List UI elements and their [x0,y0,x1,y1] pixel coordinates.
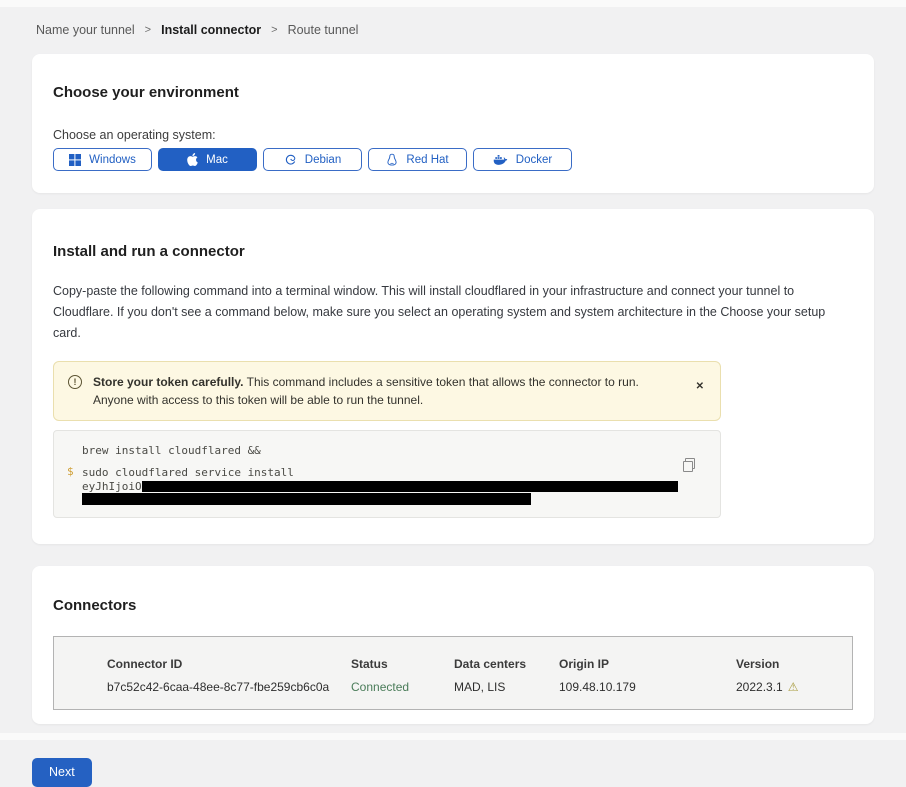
connectors-card: Connectors Connector ID Status Data cent… [32,566,874,724]
column-header-status: Status [351,657,454,671]
connector-origin-ip-value: 109.48.10.179 [559,680,736,694]
apple-icon [187,153,198,166]
column-header-origin-ip: Origin IP [559,657,736,671]
connector-version-cell: 2022.3.1 ⚠ [736,680,832,694]
os-button-label: Windows [89,154,136,166]
environment-card-title: Choose your environment [53,84,853,101]
connector-status-badge: Connected [351,680,454,694]
token-redaction-bar [82,493,531,505]
os-button-group: Windows Mac Debian [53,148,853,171]
alert-close-icon[interactable]: ✕ [692,379,708,394]
column-header-connector-id: Connector ID [107,657,351,671]
breadcrumb-separator: > [271,24,277,36]
top-edge-strip [0,0,906,7]
copy-icon [683,458,695,472]
connector-data-centers-value: MAD, LIS [454,680,559,694]
token-warning-alert: ! Store your token carefully. This comma… [53,361,721,421]
command-line-1: brew install cloudflared && [82,444,680,457]
breadcrumb-step-name-your-tunnel[interactable]: Name your tunnel [36,23,135,37]
os-button-label: Debian [305,154,341,166]
breadcrumb-step-route-tunnel[interactable]: Route tunnel [288,23,359,37]
breadcrumb: Name your tunnel > Install connector > R… [0,7,906,51]
breadcrumb-separator: > [145,24,151,36]
command-line-2: sudo cloudflared service install [82,466,680,479]
os-button-debian[interactable]: Debian [263,148,362,171]
windows-icon [69,154,81,166]
token-line: eyJhIjoiO [82,480,680,492]
install-connector-card: Install and run a connector Copy-paste t… [32,209,874,544]
install-description: Copy-paste the following command into a … [53,281,853,344]
column-header-data-centers: Data centers [454,657,559,671]
connector-id-value: b7c52c42-6caa-48ee-8c77-fbe259cb6c0a [107,680,351,694]
alert-text: Store your token carefully. This command… [93,373,681,409]
choose-environment-card: Choose your environment Choose an operat… [32,54,874,193]
os-button-label: Mac [206,154,228,166]
os-button-docker[interactable]: Docker [473,148,572,171]
token-redaction-bar [142,481,678,492]
bottom-edge-strip [0,733,906,740]
redhat-linux-icon [386,153,398,167]
os-button-windows[interactable]: Windows [53,148,152,171]
os-button-mac[interactable]: Mac [158,148,257,171]
debian-icon [284,153,297,166]
connectors-table-header: Connector ID Status Data centers Origin … [107,657,832,671]
copy-command-button[interactable] [683,457,698,473]
alert-info-icon: ! [68,375,82,389]
terminal-command-block: $ brew install cloudflared && sudo cloud… [53,430,721,518]
connector-version-value: 2022.3.1 [736,680,783,694]
alert-title: Store your token carefully. [93,375,244,389]
os-button-label: Red Hat [406,154,448,166]
token-prefix: eyJhIjoiO [82,480,142,493]
breadcrumb-step-install-connector[interactable]: Install connector [161,23,261,37]
install-card-title: Install and run a connector [53,243,853,260]
terminal-prompt: $ [67,465,74,478]
connectors-table: Connector ID Status Data centers Origin … [53,636,853,710]
connectors-card-title: Connectors [53,597,853,614]
next-button[interactable]: Next [32,758,92,787]
os-select-label: Choose an operating system: [53,128,853,142]
os-button-redhat[interactable]: Red Hat [368,148,467,171]
os-button-label: Docker [516,154,552,166]
docker-icon [493,153,508,166]
connector-table-row: b7c52c42-6caa-48ee-8c77-fbe259cb6c0a Con… [107,680,832,694]
column-header-version: Version [736,657,832,671]
version-warning-icon: ⚠ [788,680,799,694]
